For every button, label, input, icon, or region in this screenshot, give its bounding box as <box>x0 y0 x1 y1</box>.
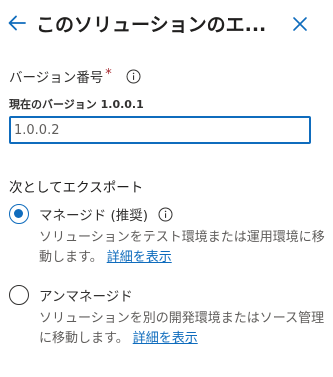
panel-title: このソリューションのエ... <box>36 14 267 36</box>
managed-option-description: ソリューションをテスト環境または運用環境に移動します。 詳細を表示 <box>39 228 329 268</box>
unmanaged-radio[interactable] <box>9 285 29 305</box>
version-number-label: バージョン番号 <box>9 70 104 86</box>
current-version-text: 現在のバージョン 1.0.0.1 <box>9 98 144 111</box>
unmanaged-learn-more-link[interactable]: 詳細を表示 <box>133 331 198 346</box>
unmanaged-title-row: アンマネージド <box>39 285 133 305</box>
managed-title-row: マネージド (推奨) <box>39 204 173 224</box>
unmanaged-option-description: ソリューションを別の開発環境またはソース管理に移動します。 詳細を表示 <box>39 309 329 349</box>
export-as-label: 次としてエクスポート <box>9 180 144 196</box>
version-number-input[interactable] <box>9 116 311 144</box>
close-icon[interactable] <box>291 15 309 33</box>
unmanaged-option-title: アンマネージド <box>39 289 133 305</box>
managed-radio[interactable] <box>9 204 29 224</box>
panel-header: このソリューションのエ... <box>0 0 333 52</box>
info-icon[interactable] <box>126 69 141 84</box>
version-label-row: バージョン番号 * <box>9 66 141 86</box>
required-marker: * <box>105 66 112 82</box>
info-icon[interactable] <box>158 207 173 222</box>
back-arrow-icon[interactable] <box>6 12 28 34</box>
managed-description-text: ソリューションをテスト環境または運用環境に移動します。 <box>39 230 325 265</box>
managed-option-title: マネージド (推奨) <box>39 208 149 224</box>
managed-learn-more-link[interactable]: 詳細を表示 <box>107 250 172 265</box>
